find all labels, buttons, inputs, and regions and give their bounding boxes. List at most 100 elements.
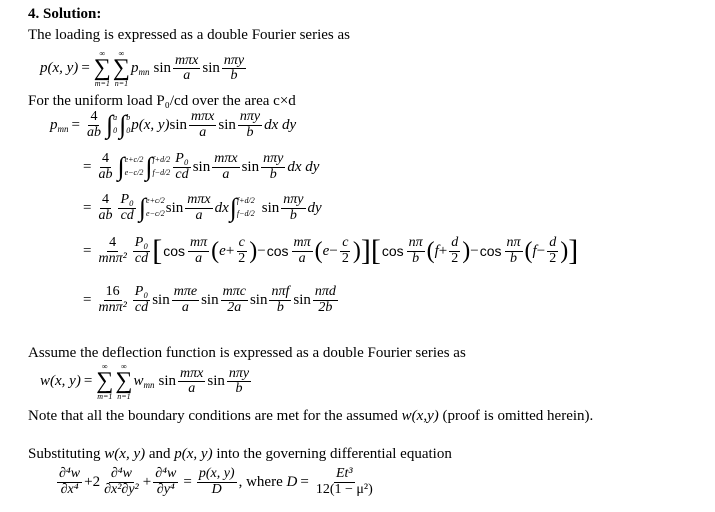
equals-sign: =	[300, 473, 309, 490]
denominator: ∂x⁴	[60, 481, 79, 497]
numerator: c	[236, 235, 247, 252]
sigma-icon: ∑	[93, 55, 111, 81]
fraction: ∂⁴w ∂y⁴	[153, 466, 179, 497]
sin-fn: sin	[249, 291, 268, 308]
integral-icon: ∫	[145, 152, 153, 182]
numerator: P₀	[132, 235, 151, 252]
plus-sign: +	[84, 473, 93, 490]
integral-icon: ∫	[119, 110, 127, 140]
substituting-prefix: Substituting	[28, 446, 105, 462]
mn-subscript: mn	[57, 123, 69, 134]
fraction: mπx a	[212, 151, 240, 182]
integral-icon: ∫	[138, 193, 147, 223]
differentials: dx dy	[264, 116, 297, 133]
numerator: 16	[103, 284, 122, 301]
denominator: 12(1 − μ²)	[315, 481, 373, 497]
right-bracket: ]	[360, 234, 371, 268]
left-bracket: [	[370, 234, 381, 268]
fraction: nπy b	[261, 151, 286, 182]
lower-limit: e−c/2	[146, 209, 165, 219]
integral-y: ∫ b 0	[119, 112, 130, 138]
numerator: nπd	[312, 284, 338, 301]
load-series-equation: p(x, y) = ∞ ∑ m=1 ∞ ∑ n=1 pmn sin mπx a sin n…	[40, 50, 248, 88]
integral-x: ∫ e+c/2 e−c/2	[117, 154, 143, 180]
sin-fn: sin	[192, 158, 211, 175]
minus-sign: −	[329, 242, 338, 259]
integral-x: ∫ a 0	[106, 112, 117, 138]
numerator: d	[449, 235, 461, 252]
denominator: mnπ²	[98, 299, 127, 315]
numerator: P₀	[173, 151, 191, 168]
upper-limit: b	[126, 113, 131, 123]
numerator: ∂⁴w	[57, 466, 83, 483]
sigma-icon: ∑	[112, 55, 130, 81]
minus-sign: −	[536, 242, 546, 259]
fraction: 16 mnπ²	[96, 284, 128, 315]
pmn-integral-equation: pmn = 4 ab ∫ a 0 ∫ b 0 p(x, y) sin mπx a sin n…	[50, 109, 297, 140]
numerator: Et³	[333, 466, 355, 483]
numerator: mπc	[220, 284, 248, 301]
sum-n: ∞ ∑ n=1	[113, 50, 130, 88]
cos-fn: cos	[266, 243, 289, 260]
right-paren: )	[462, 238, 471, 265]
fraction: c2	[236, 235, 247, 266]
upper-limit: a	[113, 113, 118, 123]
sin-fn: sin	[241, 158, 260, 175]
denominator: a	[222, 166, 230, 182]
sin-fn: sin	[293, 291, 311, 308]
denominator: mnπ²	[98, 250, 127, 266]
equals-sign: =	[83, 242, 92, 259]
p-base: p	[50, 116, 58, 133]
equals-sign: =	[83, 199, 92, 216]
plus-sign: +	[142, 473, 152, 490]
numerator: c	[340, 235, 351, 252]
denominator: ab	[86, 124, 101, 140]
fraction: nπy b	[237, 109, 263, 140]
sin-fn: sin	[169, 116, 188, 133]
denominator: 2	[451, 250, 459, 266]
mn-subscript: mn	[138, 67, 150, 78]
denominator: 2	[238, 250, 246, 266]
integral-icon: ∫	[229, 193, 237, 223]
fraction: mπc 2a	[220, 284, 248, 315]
fraction: d2	[547, 235, 559, 266]
denominator: ab	[98, 166, 113, 182]
denominator: b	[269, 166, 277, 182]
substituting-suffix: into the governing differential equation	[212, 446, 452, 462]
substituting-and: and	[145, 446, 175, 462]
denominator: cd	[134, 250, 149, 266]
denominator: ∂y⁴	[156, 481, 175, 497]
fraction: nπ b	[504, 235, 523, 266]
section-heading: 4. Solution:	[28, 6, 102, 22]
denominator: b	[230, 68, 238, 84]
numerator: mπe	[171, 284, 200, 301]
numerator: d	[547, 235, 559, 252]
fraction: 4 ab	[85, 109, 103, 140]
fraction: mπx a	[189, 109, 217, 140]
denominator: cd	[120, 207, 134, 223]
fraction: c2	[340, 235, 351, 266]
denominator: b	[276, 299, 284, 315]
sum-n: ∞ ∑ n=1	[115, 363, 132, 401]
sum-lower: n=1	[117, 391, 131, 401]
equals-sign: =	[83, 158, 92, 175]
fraction: nπy b	[226, 366, 252, 397]
denominator: b	[289, 207, 297, 223]
pmn-step-4: = 4 mnπ² P₀ cd [ cos mπ a ( e + c2 ) − cos …	[80, 234, 578, 268]
plus-sign: +	[438, 242, 448, 259]
numerator: ∂⁴w	[108, 466, 134, 483]
var-D: D	[286, 473, 298, 490]
upper-limit: e+c/2	[124, 155, 144, 165]
lower-limit: 0	[126, 126, 131, 136]
sum-m: ∞ ∑ m=1	[94, 50, 111, 88]
sin-fn: sin	[207, 373, 225, 390]
denominator: cd	[175, 166, 189, 182]
pmn-step-2: = 4 ab ∫ e+c/2 e−c/2 ∫ f+d/2 f−d/2 P₀ cd sin m…	[80, 151, 319, 182]
fraction: 4 ab	[96, 192, 114, 223]
fraction: 4 mnπ²	[96, 235, 128, 266]
pmn-result: = 16 mnπ² P₀ cd sin mπe a sin mπc 2a sin nπf…	[80, 284, 340, 315]
left-bracket: [	[152, 234, 163, 268]
numerator: nπf	[269, 284, 292, 301]
right-paren: )	[249, 238, 258, 265]
denominator: 2	[549, 250, 557, 266]
